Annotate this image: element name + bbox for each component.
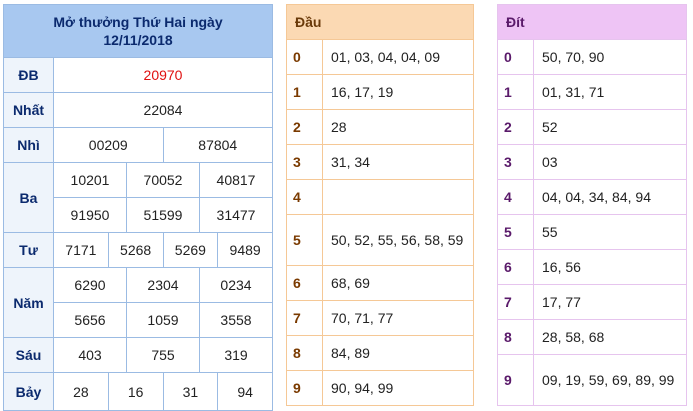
dau-num: 5 — [286, 214, 323, 266]
dit-vals: 55 — [533, 214, 687, 250]
dit-vals: 04, 04, 34, 84, 94 — [533, 179, 687, 215]
dau-num: 4 — [286, 179, 323, 215]
dau-vals: 84, 89 — [322, 335, 474, 371]
dau-vals: 68, 69 — [322, 265, 474, 301]
prize-tu-value: 9489 — [217, 232, 273, 268]
prize-nam-value: 6290 — [53, 267, 127, 303]
dit-num: 4 — [497, 179, 534, 215]
dit-num: 8 — [497, 319, 534, 355]
dau-num: 3 — [286, 144, 323, 180]
prize-bay-value: 16 — [107, 372, 164, 411]
dau-num: 0 — [286, 39, 323, 75]
dit-vals: 03 — [533, 144, 687, 180]
dit-vals: 28, 58, 68 — [533, 319, 687, 355]
title-line-1: Mở thưởng Thứ Hai ngày — [53, 14, 223, 30]
prize-tu-value: 7171 — [53, 232, 109, 268]
prize-label-sau: Sáu — [3, 337, 54, 373]
dau-table: Đầu 0 01, 03, 04, 04, 09 1 16, 17, 19 2 28 … — [286, 4, 474, 406]
dau-vals: 70, 71, 77 — [322, 300, 474, 336]
title-line-2: 12/11/2018 — [103, 32, 173, 48]
prize-bay-value: 31 — [162, 372, 219, 411]
prize-nam-value: 5656 — [53, 302, 127, 338]
prize-nam-value: 0234 — [199, 267, 273, 303]
dau-num: 1 — [286, 74, 323, 110]
dau-num: 6 — [286, 265, 323, 301]
prize-label-bay: Bảy — [3, 372, 54, 411]
dau-vals: 90, 94, 99 — [322, 370, 474, 406]
prize-ba-value: 40817 — [199, 162, 273, 198]
prize-db-value: 20970 — [53, 57, 273, 93]
dit-vals: 01, 31, 71 — [533, 74, 687, 110]
dau-vals: 16, 17, 19 — [322, 74, 474, 110]
dit-num: 0 — [497, 39, 534, 75]
prize-ba-value: 31477 — [199, 197, 273, 233]
dit-vals: 09, 19, 59, 69, 89, 99 — [533, 354, 687, 406]
dau-vals: 31, 34 — [322, 144, 474, 180]
prize-sau-value: 755 — [126, 337, 200, 373]
dau-vals: 01, 03, 04, 04, 09 — [322, 39, 474, 75]
prize-bay-value: 94 — [217, 372, 273, 411]
prize-nam-value: 3558 — [199, 302, 273, 338]
prize-label-nam: Năm — [3, 267, 54, 338]
prize-nhat-value: 22084 — [53, 92, 273, 128]
results-table: Mở thưởng Thứ Hai ngày 12/11/2018 ĐB 209… — [3, 4, 273, 411]
prize-sau-value: 403 — [53, 337, 127, 373]
prize-tu-value: 5268 — [107, 232, 164, 268]
prize-label-ba: Ba — [3, 162, 54, 233]
dit-vals: 52 — [533, 109, 687, 145]
dau-header: Đầu — [286, 4, 474, 40]
prize-ba-value: 70052 — [126, 162, 200, 198]
prize-label-nhat: Nhất — [3, 92, 54, 128]
prize-sau-value: 319 — [199, 337, 273, 373]
prize-nhi-value: 87804 — [162, 127, 273, 163]
prize-tu-value: 5269 — [162, 232, 219, 268]
dit-num: 5 — [497, 214, 534, 250]
prize-bay-value: 28 — [53, 372, 109, 411]
dau-vals: 50, 52, 55, 56, 58, 59 — [322, 214, 474, 266]
dit-vals: 16, 56 — [533, 249, 687, 285]
dit-num: 9 — [497, 354, 534, 406]
dit-table: Đít 0 50, 70, 90 1 01, 31, 71 2 52 3 03 4 04,… — [497, 4, 687, 406]
dit-vals: 50, 70, 90 — [533, 39, 687, 75]
prize-nam-value: 2304 — [126, 267, 200, 303]
dit-num: 2 — [497, 109, 534, 145]
dit-num: 3 — [497, 144, 534, 180]
dau-num: 7 — [286, 300, 323, 336]
prize-nam-value: 1059 — [126, 302, 200, 338]
prize-ba-value: 10201 — [53, 162, 127, 198]
prize-ba-value: 91950 — [53, 197, 127, 233]
prize-ba-value: 51599 — [126, 197, 200, 233]
dit-vals: 17, 77 — [533, 284, 687, 320]
prize-label-nhi: Nhì — [3, 127, 54, 163]
prize-label-db: ĐB — [3, 57, 54, 93]
dau-num: 2 — [286, 109, 323, 145]
dau-num: 9 — [286, 370, 323, 406]
dau-num: 8 — [286, 335, 323, 371]
results-title: Mở thưởng Thứ Hai ngày 12/11/2018 — [3, 4, 273, 58]
dit-num: 1 — [497, 74, 534, 110]
dau-vals: 28 — [322, 109, 474, 145]
dit-header: Đít — [497, 4, 687, 40]
prize-label-tu: Tư — [3, 232, 54, 268]
dit-num: 7 — [497, 284, 534, 320]
prize-nhi-value: 00209 — [53, 127, 164, 163]
dit-num: 6 — [497, 249, 534, 285]
dau-vals — [322, 179, 474, 215]
